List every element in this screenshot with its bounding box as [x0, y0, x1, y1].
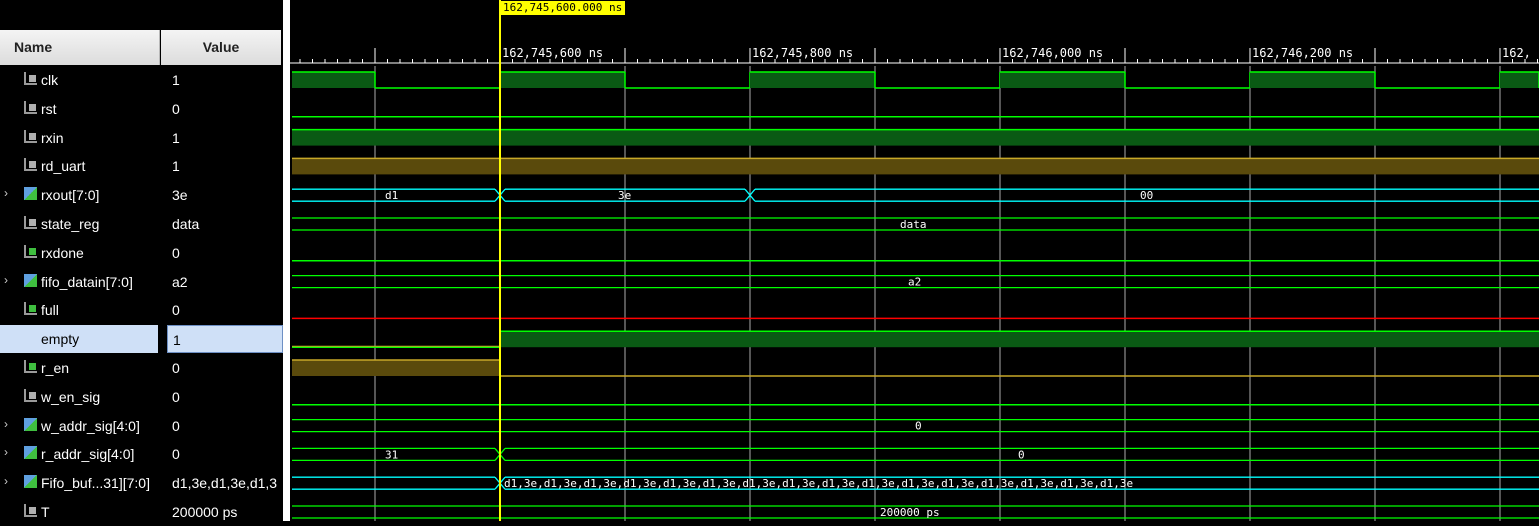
- signal-name: T: [41, 504, 50, 520]
- signal-name: rxin: [41, 129, 64, 146]
- signal-name: Fifo_buf...31][7:0]: [41, 475, 150, 492]
- clk-high-fill: [750, 72, 875, 88]
- signal-row[interactable]: › r_addr_sig[4:0] 0: [0, 440, 283, 468]
- clk-high-fill: [292, 72, 375, 88]
- signal-value: 200000 ps: [172, 504, 238, 520]
- signal-value: 1: [167, 325, 283, 354]
- signal-name: w_addr_sig[4:0]: [41, 417, 140, 434]
- clk-high-fill: [500, 72, 625, 88]
- bus-value-label: a2: [908, 276, 921, 289]
- signal-value: 3e: [172, 187, 188, 204]
- signal-name: rd_uart: [41, 158, 86, 175]
- signal-name: rxdone: [41, 244, 84, 261]
- signal-value: 0: [172, 446, 180, 463]
- cursor-time-label[interactable]: 162,745,600.000 ns: [500, 1, 626, 15]
- signal-row[interactable]: › rxout[7:0] 3e: [0, 181, 283, 209]
- clk-high-fill: [1500, 72, 1539, 88]
- signal-list-panel: Name Value clk 1 rst 0 rxin 1 rd_uart 1 › rxout[7…: [0, 0, 285, 521]
- signal-row[interactable]: rst 0: [0, 95, 283, 123]
- bus-value-label: d1,3e,d1,3e,d1,3e,d1,3e,d1,3e,d1,3e,d1,3…: [504, 477, 1133, 490]
- time-tick-label: 162,746,000 ns: [1002, 46, 1103, 60]
- time-tick-label: 162,745,800 ns: [752, 46, 853, 60]
- signal-row[interactable]: clk 1: [0, 66, 283, 94]
- signal-value: 0: [172, 388, 180, 405]
- high-fill: [292, 129, 1539, 146]
- signal-value: 1: [172, 158, 180, 175]
- bus-value-label: 0: [1018, 448, 1025, 461]
- bus-value-label: 31: [385, 448, 398, 461]
- signal-row[interactable]: › Fifo_buf...31][7:0] d1,3e,d1,3e,d1,3: [0, 469, 283, 497]
- signal-value: 0: [172, 100, 180, 117]
- value-column-header[interactable]: Value: [161, 30, 281, 65]
- signal-name: clk: [41, 72, 59, 88]
- bus-value-label: 00: [1140, 189, 1153, 202]
- signal-name: state_reg: [41, 216, 100, 232]
- signal-value: 0: [172, 302, 180, 319]
- panel-toolbar: [0, 0, 281, 30]
- signal-row[interactable]: w_en_sig 0: [0, 383, 283, 411]
- clk-high-fill: [1250, 72, 1375, 88]
- bus-value-label: 3e: [618, 189, 631, 202]
- high-fill: [292, 158, 1539, 175]
- signal-value: 1: [172, 72, 180, 88]
- signal-name: empty: [0, 325, 158, 354]
- bus-value-label: d1: [385, 189, 398, 202]
- bus-value-label: 200000 ps: [880, 506, 940, 519]
- high-fill: [500, 331, 1539, 348]
- signal-row[interactable]: state_reg data: [0, 210, 283, 238]
- signal-name: r_addr_sig[4:0]: [41, 446, 135, 463]
- signal-value: data: [172, 216, 200, 232]
- signal-value: 0: [172, 360, 180, 376]
- signal-row[interactable]: r_en 0: [0, 354, 283, 382]
- signal-name: w_en_sig: [41, 388, 101, 405]
- time-tick-label: 162,: [1502, 46, 1531, 60]
- signal-row[interactable]: rxin 1: [0, 124, 283, 152]
- signal-value: 0: [172, 417, 180, 434]
- time-tick-label: 162,746,200 ns: [1252, 46, 1353, 60]
- panel-divider[interactable]: [283, 0, 290, 521]
- signal-name: full: [41, 302, 59, 319]
- signal-row[interactable]: rd_uart 1: [0, 152, 283, 180]
- signal-value: a2: [172, 273, 188, 290]
- name-column-header[interactable]: Name: [0, 30, 160, 65]
- signal-row[interactable]: › w_addr_sig[4:0] 0: [0, 412, 283, 440]
- clk-high-fill: [1000, 72, 1125, 88]
- bus-value-label: data: [900, 218, 927, 231]
- signal-row[interactable]: › fifo_datain[7:0] a2: [0, 268, 283, 296]
- signal-row[interactable]: empty 1: [0, 325, 283, 354]
- high-fill: [292, 360, 500, 376]
- signal-name: rst: [41, 100, 57, 117]
- signal-name: fifo_datain[7:0]: [41, 273, 133, 290]
- signal-value: 1: [172, 129, 180, 146]
- time-tick-label: 162,745,600 ns: [502, 46, 603, 60]
- bus-value-label: 0: [915, 420, 922, 433]
- waveform-panel[interactable]: 162,745,600 ns 162,745,800 ns 162,746,000 …: [290, 0, 1539, 521]
- signal-value: 0: [172, 244, 180, 261]
- signal-value: d1,3e,d1,3e,d1,3: [172, 475, 278, 492]
- signal-row[interactable]: T 200000 ps: [0, 498, 283, 526]
- signal-row[interactable]: full 0: [0, 296, 283, 324]
- signal-name: r_en: [41, 360, 70, 376]
- signal-row[interactable]: rxdone 0: [0, 239, 283, 267]
- signal-name: rxout[7:0]: [41, 187, 100, 204]
